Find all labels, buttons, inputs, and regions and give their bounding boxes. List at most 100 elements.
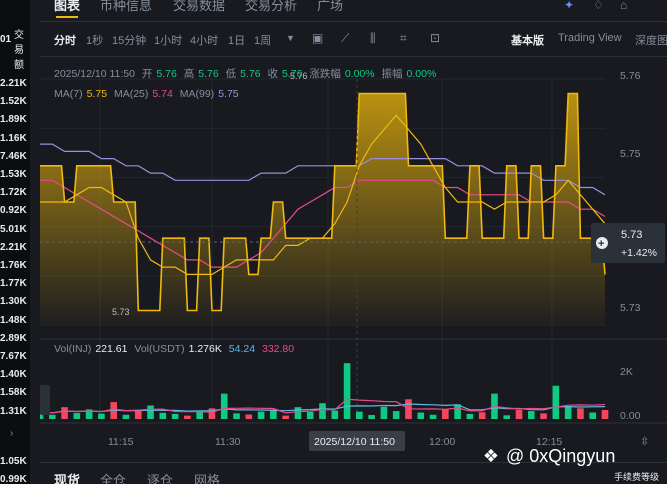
left-volume-value: 1.16K (0, 132, 27, 144)
tab-spot[interactable]: 现货 (54, 470, 80, 484)
interval-1s[interactable]: 1秒 (86, 32, 103, 48)
vol-usdt-value: 1.276K (188, 343, 222, 355)
left-volume-value: 1.53K (0, 169, 27, 180)
ma7-value: 5.75 (86, 88, 108, 100)
volume-bar (282, 415, 289, 419)
volume-bar (601, 409, 609, 419)
volume-bar (466, 413, 474, 419)
volume-bar (48, 414, 56, 419)
tab-cross[interactable]: 全仓 (100, 470, 126, 484)
view-depth[interactable]: 深度图 (635, 32, 667, 48)
chart-toolbar: 分时 1秒 15分钟 1小时 4小时 1日 1周 ▼ ▣ ⟋ ⫼ ⌗ ⊡ 基本版… (40, 25, 667, 53)
left-volume-value: 0.92K (0, 205, 27, 217)
volume-bar (343, 363, 351, 419)
volume-bar (552, 385, 560, 419)
low-label: 低 (225, 68, 237, 80)
chevron-down-icon[interactable]: ▼ (286, 33, 295, 43)
volume-bar (515, 409, 523, 419)
volume-bar (122, 414, 130, 419)
high-label: 高 (183, 68, 195, 80)
volume-bar (331, 410, 339, 419)
volume-bar (61, 407, 68, 419)
top-tabs: 图表 币种信息 交易数据 交易分析 广场 ✦ ♢ ⌂ (40, 0, 667, 22)
low-value: 5.76 (240, 68, 261, 80)
ohlc-legend: 2025/12/10 11:50 开 5.76 高 5.76 低 5.76 收 5.76… (54, 66, 440, 81)
view-basic[interactable]: 基本版 (511, 32, 544, 48)
interval-15m[interactable]: 15分钟 (112, 32, 146, 48)
volume-axis-label: 0.00 (620, 410, 641, 422)
volume-bar (306, 411, 314, 419)
tab-coin-info[interactable]: 币种信息 (100, 0, 152, 14)
volume-bar (147, 405, 154, 419)
vol-ma1-value: 54.24 (228, 343, 256, 355)
drawing-icon[interactable]: ⌗ (400, 31, 407, 46)
tab-square[interactable]: 广场 (317, 0, 343, 14)
left-strip: 交易额 01 2.21K 1.52K 1.89K 1.16K 7.46K 1.53K 1.7… (0, 0, 30, 484)
volume-bar (245, 414, 253, 419)
volume-bar (417, 412, 425, 419)
volume-bar (503, 415, 511, 419)
vol-inj-label: Vol(INJ) (54, 343, 92, 355)
low-marker: 5.73 (112, 307, 130, 317)
volume-axis-label: 2K (620, 366, 633, 378)
volume-bar (356, 411, 363, 419)
watermark: ❖ @ 0xQingyun (480, 446, 615, 467)
crosshair-time-label: 2025/12/10 11:50 (314, 436, 395, 448)
left-volume-value: 1.31K (0, 405, 27, 417)
resize-icon[interactable]: ⇳ (640, 435, 649, 448)
interval-4h[interactable]: 4小时 (190, 32, 218, 48)
ma99-value: 5.75 (218, 88, 239, 100)
calendar-icon[interactable]: ▣ (312, 31, 323, 45)
price-chart[interactable]: 5.765.755.735.735.73+1.42%+5.765.732K0.0… (40, 56, 667, 456)
volume-bar (442, 408, 449, 419)
left-volume-value: 1.76K (0, 260, 27, 271)
volume-bar (454, 404, 461, 419)
left-volume-value: 7.67K (0, 351, 27, 362)
interval-1d[interactable]: 1日 (228, 32, 245, 48)
template-icon[interactable]: ⊡ (430, 31, 440, 45)
amp-label: 振幅 (381, 68, 403, 80)
collapse-handle[interactable] (40, 385, 50, 415)
view-tradingview[interactable]: Trading View (558, 32, 622, 44)
volume-bar (368, 415, 375, 419)
diamond-icon: ❖ (482, 446, 500, 466)
chart-canvas[interactable]: 5.765.755.735.735.73+1.42%+5.765.732K0.0… (40, 57, 667, 457)
legend-date: 2025/12/10 11:50 (54, 68, 135, 80)
tab-isolated[interactable]: 逐仓 (147, 470, 173, 484)
settings-icon[interactable]: ⌂ (620, 0, 627, 12)
high-value: 5.76 (198, 68, 219, 80)
tab-trade-data[interactable]: 交易数据 (173, 0, 225, 14)
chevron-right-icon[interactable]: › (10, 428, 13, 439)
left-volume-value: 2.21K (0, 241, 27, 253)
tab-chart[interactable]: 图表 (54, 0, 80, 18)
open-value: 5.76 (156, 68, 177, 80)
left-volume-value: 5.01K (0, 223, 27, 235)
volume-bar (220, 393, 228, 419)
interval-1h[interactable]: 1小时 (154, 32, 182, 48)
left-volume-value: 2.21K (0, 78, 27, 89)
bell-icon[interactable]: ♢ (593, 0, 604, 12)
left-volume-value: 1.30K (0, 296, 27, 308)
close-value: 5.76 (281, 68, 303, 80)
sparkle-icon[interactable]: ✦ (564, 0, 574, 12)
ma-legend: MA(7) 5.75 MA(25) 5.74 MA(99) 5.75 (54, 88, 243, 100)
tab-trade-analysis[interactable]: 交易分析 (245, 0, 297, 14)
left-volume-value: 1.77K (0, 278, 27, 290)
change-value: 0.00% (344, 68, 375, 80)
indicator-icon[interactable]: ⟋ (341, 31, 349, 46)
ma7-label: MA(7) (54, 88, 83, 100)
volume-bar (577, 408, 584, 419)
left-prefix: 01 (0, 34, 12, 45)
left-volume-value: 1.40K (0, 369, 27, 381)
volume-bar (478, 412, 486, 419)
watermark-text: @ 0xQingyun (506, 446, 616, 466)
compare-icon[interactable]: ⫼ (370, 31, 376, 46)
interval-timeline[interactable]: 分时 (54, 32, 76, 48)
tab-grid[interactable]: 网格 (194, 470, 220, 484)
volume-bar (429, 414, 437, 419)
close-label: 收 (267, 68, 278, 80)
volume-bar (380, 406, 388, 419)
amp-value: 0.00% (406, 68, 437, 80)
volume-bar (564, 406, 572, 419)
interval-1w[interactable]: 1周 (254, 32, 271, 48)
